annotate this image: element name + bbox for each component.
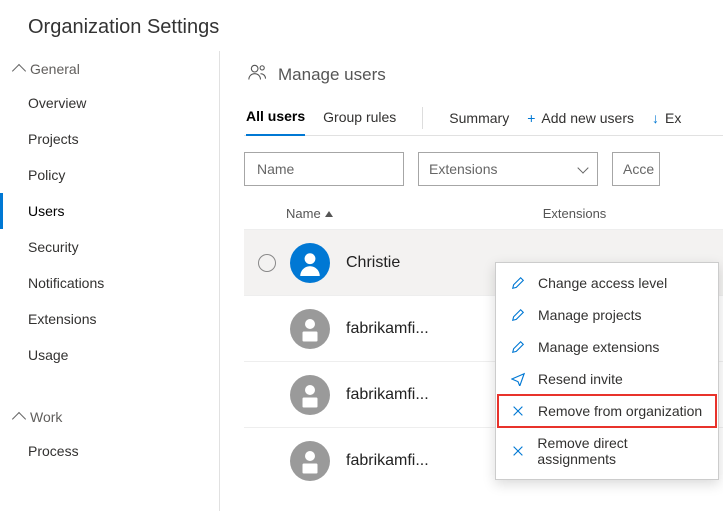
filters-row: Extensions Acce: [244, 136, 723, 198]
col-name-label: Name: [286, 206, 321, 221]
tabs-row: All users Group rules Summary + Add new …: [244, 100, 723, 136]
user-name: Christie: [346, 254, 476, 272]
context-menu: Change access level Manage projects Mana…: [495, 262, 719, 480]
plus-icon: +: [527, 110, 535, 126]
chevron-up-icon: [12, 64, 26, 78]
nav-section-label: General: [30, 61, 80, 77]
column-headers: Name Extensions: [244, 198, 723, 229]
avatar: [290, 309, 330, 349]
sidebar-item-users[interactable]: Users: [0, 193, 219, 229]
avatar: [290, 243, 330, 283]
row-selector[interactable]: [258, 254, 276, 272]
x-icon: [510, 444, 525, 458]
name-input[interactable]: [255, 153, 393, 185]
add-new-users-label: Add new users: [541, 110, 634, 126]
export-label: Ex: [665, 110, 681, 126]
access-filter-label: Acce: [623, 161, 654, 177]
sidebar-item-extensions[interactable]: Extensions: [0, 301, 219, 337]
avatar: [290, 375, 330, 415]
user-name: fabrikamfi...: [346, 386, 476, 404]
chevron-up-icon: [12, 412, 26, 426]
tab-all-users[interactable]: All users: [246, 100, 305, 136]
page-title: Organization Settings: [0, 0, 723, 51]
name-filter[interactable]: [244, 152, 404, 186]
nav-section-general[interactable]: General: [0, 55, 219, 85]
pencil-icon: [510, 308, 526, 322]
sidebar-item-security[interactable]: Security: [0, 229, 219, 265]
menu-label: Manage projects: [538, 307, 642, 323]
x-icon: [510, 404, 526, 418]
section-title-text: Manage users: [278, 65, 386, 85]
pencil-icon: [510, 276, 526, 290]
chevron-down-icon: [577, 162, 588, 173]
user-name: fabrikamfi...: [346, 320, 476, 338]
menu-label: Resend invite: [538, 371, 623, 387]
avatar: [290, 441, 330, 481]
user-name: fabrikamfi...: [346, 452, 476, 470]
sidebar-item-policy[interactable]: Policy: [0, 157, 219, 193]
nav-section-work[interactable]: Work: [0, 403, 219, 433]
menu-label: Remove direct assignments: [537, 435, 704, 467]
sidebar-item-notifications[interactable]: Notifications: [0, 265, 219, 301]
extensions-filter[interactable]: Extensions: [418, 152, 598, 186]
sidebar-item-usage[interactable]: Usage: [0, 337, 219, 373]
menu-remove-direct-assignments[interactable]: Remove direct assignments: [496, 427, 718, 475]
menu-label: Remove from organization: [538, 403, 702, 419]
export-button[interactable]: ↓ Ex: [652, 110, 681, 126]
access-filter[interactable]: Acce: [612, 152, 660, 186]
download-icon: ↓: [652, 110, 659, 126]
menu-manage-projects[interactable]: Manage projects: [496, 299, 718, 331]
sidebar: General Overview Projects Policy Users S…: [0, 51, 220, 511]
summary-link[interactable]: Summary: [449, 110, 509, 126]
column-header-extensions[interactable]: Extensions: [486, 206, 723, 221]
menu-resend-invite[interactable]: Resend invite: [496, 363, 718, 395]
people-icon: [248, 63, 268, 86]
sort-ascending-icon: [325, 211, 333, 217]
menu-remove-from-organization[interactable]: Remove from organization: [496, 395, 718, 427]
section-title: Manage users: [244, 59, 723, 100]
divider: [422, 107, 423, 129]
extensions-filter-label: Extensions: [429, 161, 497, 177]
sidebar-item-overview[interactable]: Overview: [0, 85, 219, 121]
nav-section-label: Work: [30, 409, 62, 425]
pencil-icon: [510, 340, 526, 354]
menu-label: Change access level: [538, 275, 667, 291]
menu-label: Manage extensions: [538, 339, 659, 355]
menu-manage-extensions[interactable]: Manage extensions: [496, 331, 718, 363]
column-header-name[interactable]: Name: [286, 206, 486, 221]
send-icon: [510, 372, 526, 386]
tab-group-rules[interactable]: Group rules: [323, 101, 396, 135]
add-new-users-button[interactable]: + Add new users: [527, 110, 634, 126]
sidebar-item-projects[interactable]: Projects: [0, 121, 219, 157]
menu-change-access-level[interactable]: Change access level: [496, 267, 718, 299]
sidebar-item-process[interactable]: Process: [0, 433, 219, 469]
